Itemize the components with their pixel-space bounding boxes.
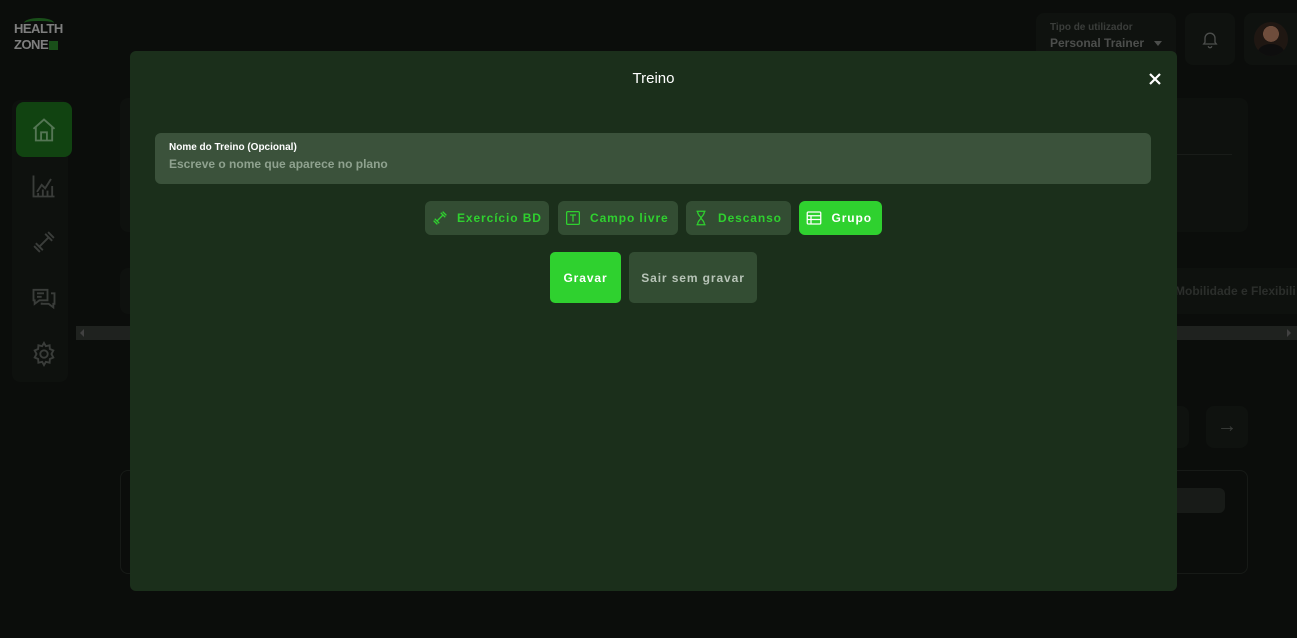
- exit-without-saving-button[interactable]: Sair sem gravar: [629, 252, 757, 303]
- workout-name-field[interactable]: Nome do Treino (Opcional): [155, 133, 1151, 184]
- text-box-icon: [564, 208, 582, 228]
- close-icon: [1149, 73, 1161, 85]
- close-button[interactable]: [1147, 71, 1163, 87]
- add-free-field-button[interactable]: Campo livre: [558, 201, 678, 235]
- save-button[interactable]: Gravar: [550, 252, 621, 303]
- dumbbell-icon: [431, 208, 449, 228]
- add-group-button[interactable]: Grupo: [799, 201, 882, 235]
- add-exercise-db-button[interactable]: Exercício BD: [425, 201, 549, 235]
- add-group-label: Grupo: [831, 211, 872, 225]
- add-free-field-label: Campo livre: [590, 211, 669, 225]
- workout-name-input[interactable]: [169, 157, 1137, 171]
- workout-name-label: Nome do Treino (Opcional): [169, 142, 297, 153]
- add-exercise-db-label: Exercício BD: [457, 211, 542, 225]
- modal-title: Treino: [632, 70, 675, 87]
- table-icon: [805, 208, 824, 228]
- hourglass-icon: [692, 208, 710, 228]
- add-rest-label: Descanso: [718, 211, 782, 225]
- add-rest-button[interactable]: Descanso: [686, 201, 791, 235]
- workout-modal: Treino Nome do Treino (Opcional) Exercíc…: [130, 51, 1177, 591]
